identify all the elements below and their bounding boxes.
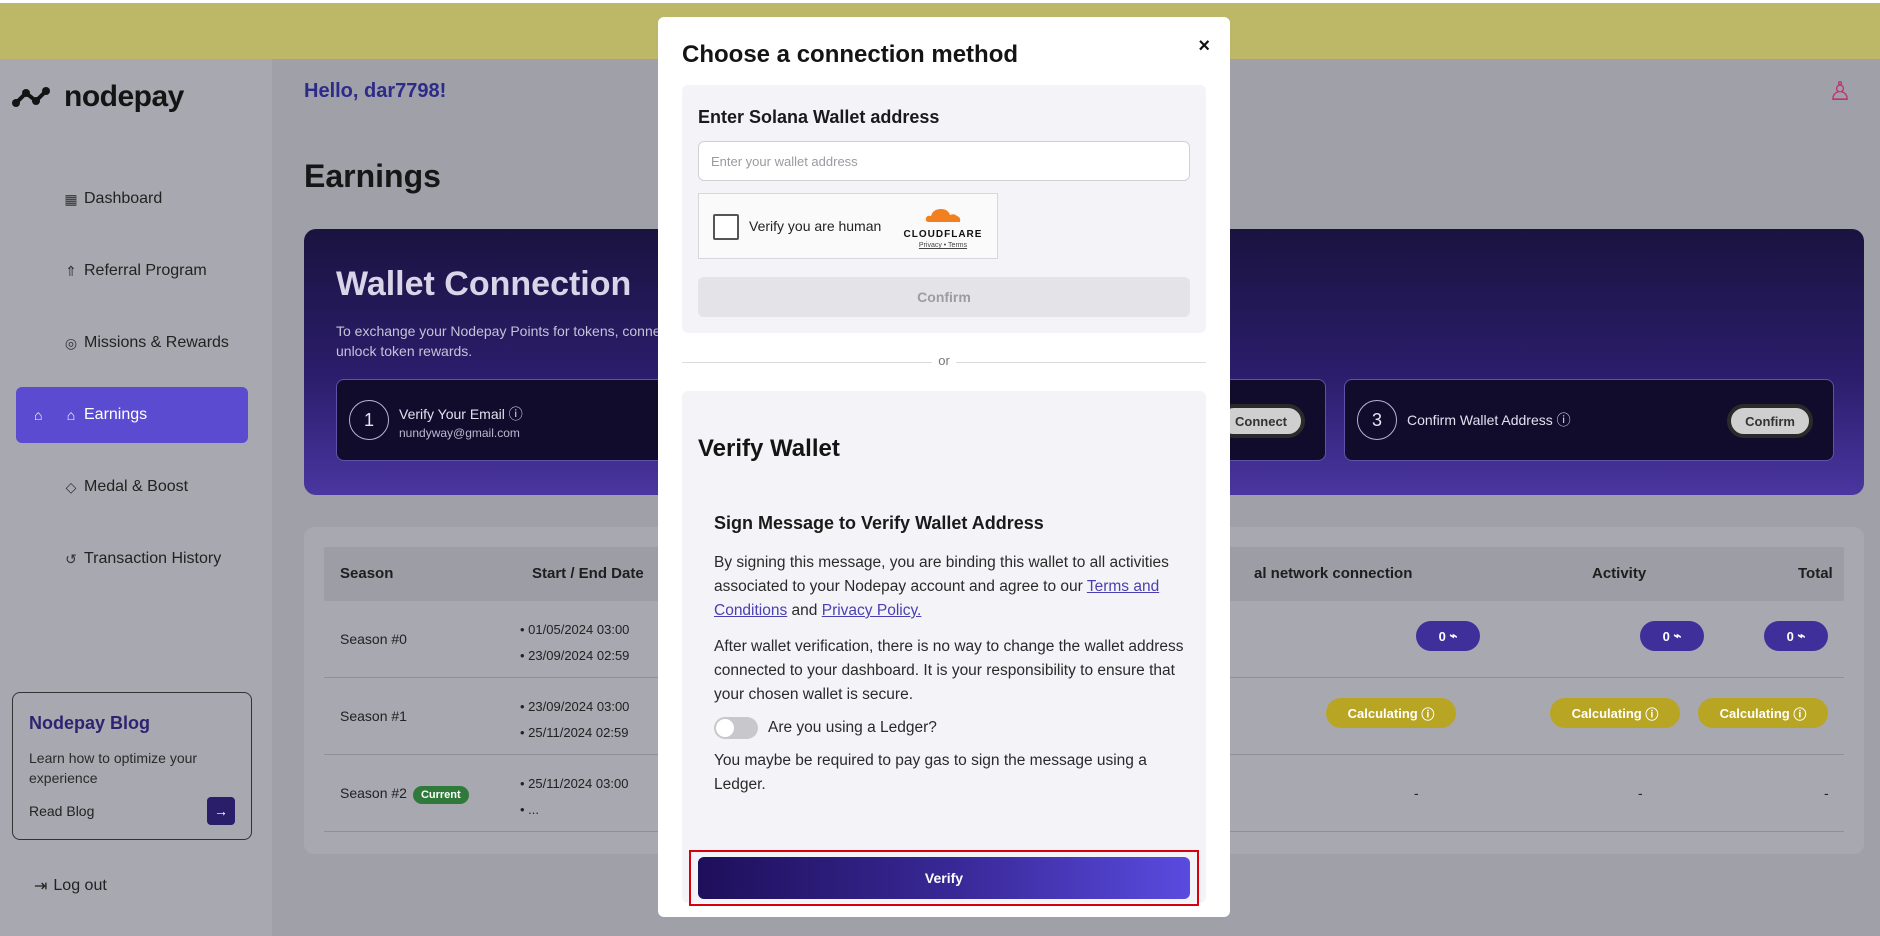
confirm-button[interactable]: Confirm — [698, 277, 1190, 317]
info-icon: ⓘ — [1793, 706, 1807, 722]
sidebar-item-missions[interactable]: ◎ Missions & Rewards — [16, 315, 248, 371]
header-season: Season — [340, 565, 394, 582]
current-badge: Current — [412, 786, 469, 804]
header-dates: Start / End Date — [532, 565, 644, 582]
sidebar-item-medal[interactable]: ◇ Medal & Boost — [16, 459, 248, 515]
step-title: Verify Your Email ⓘ — [399, 406, 523, 422]
verify-wallet-section: Verify Wallet Sign Message to Verify Wal… — [682, 391, 1206, 903]
season-name: Season #2 Current — [340, 785, 469, 804]
gift-icon: ⌂ — [66, 407, 76, 423]
sidebar-item-dashboard[interactable]: ▦ Dashboard — [16, 171, 248, 227]
sidebar-item-label: Medal & Boost — [84, 478, 189, 495]
info-icon: ⓘ — [1421, 706, 1435, 722]
read-blog-link[interactable]: Read Blog — [29, 803, 94, 819]
sidebar-item-label: Referral Program — [84, 262, 207, 279]
total-calculating: Calculating ⓘ — [1698, 698, 1828, 728]
nodepay-logo-icon — [12, 87, 50, 107]
sidebar-item-label: Missions & Rewards — [84, 334, 229, 351]
header-activity: Activity — [1592, 565, 1647, 582]
step-confirm-wallet: 3 Confirm Wallet Address ⓘ Confirm — [1344, 379, 1834, 461]
network-calculating: Calculating ⓘ — [1326, 698, 1456, 728]
sidebar-item-label: Transaction History — [84, 550, 222, 567]
rocket-icon: ⇑ — [65, 262, 77, 279]
header-total: Total — [1798, 565, 1833, 582]
verification-warning: After wallet verification, there is no w… — [714, 638, 1184, 703]
ledger-gas-note: You maybe be required to pay gas to sign… — [714, 752, 1147, 793]
step-verify-email: 1 Verify Your Email ⓘ nundyway@gmail.com — [336, 379, 696, 461]
total-points: 0 ⌁ — [1764, 621, 1828, 651]
logo[interactable]: nodepay — [12, 80, 184, 114]
info-icon: ⓘ — [508, 406, 523, 422]
points-icon: ⌁ — [1673, 628, 1682, 643]
sidebar-item-label: Earnings — [84, 406, 148, 423]
sidebar-item-label: Dashboard — [84, 190, 163, 207]
step-number: 3 — [1357, 400, 1397, 440]
ledger-toggle-row: Are you using a Ledger? — [714, 717, 937, 739]
wallet-connection-title: Wallet Connection — [336, 265, 632, 303]
network-points: 0 ⌁ — [1416, 621, 1480, 651]
network-value: - — [1414, 785, 1419, 801]
logo-text: nodepay — [64, 80, 184, 113]
or-separator: or — [932, 353, 956, 368]
close-icon[interactable]: × — [1198, 35, 1210, 58]
solana-wallet-label: Enter Solana Wallet address — [698, 107, 940, 127]
privacy-link[interactable]: Privacy Policy. — [822, 602, 922, 619]
connection-method-modal: Choose a connection method × Enter Solan… — [658, 17, 1230, 917]
blog-card: Nodepay Blog Learn how to optimize your … — [12, 692, 252, 840]
verify-wallet-title: Verify Wallet — [698, 435, 840, 462]
ledger-toggle[interactable] — [714, 717, 758, 739]
logout-icon: ⇥ — [34, 878, 48, 895]
confirm-wallet-button[interactable]: Confirm — [1727, 404, 1813, 438]
grid-icon: ▦ — [64, 190, 78, 207]
ledger-label: Are you using a Ledger? — [768, 719, 937, 736]
captcha-label: Verify you are human — [749, 218, 882, 234]
activity-calculating: Calculating ⓘ — [1550, 698, 1680, 728]
header-network: al network connection — [1254, 565, 1413, 582]
cloudflare-logo: CLOUDFLARE Privacy • Terms — [903, 204, 983, 249]
step-email: nundyway@gmail.com — [399, 426, 520, 440]
gift-icon: ⌂ — [34, 407, 43, 423]
season-name: Season #0 — [340, 631, 407, 647]
points-icon: ⌁ — [1449, 628, 1458, 643]
sidebar-item-transactions[interactable]: ↺ Transaction History — [16, 531, 248, 587]
step-title: Confirm Wallet Address ⓘ — [1407, 412, 1571, 428]
binding-notice: By signing this message, you are binding… — [714, 554, 1169, 619]
blog-title: Nodepay Blog — [29, 713, 151, 733]
wallet-connection-description: To exchange your Nodepay Points for toke… — [336, 323, 668, 359]
avatar[interactable]: ♙ — [1826, 76, 1854, 110]
page-title: Earnings — [304, 158, 441, 194]
cloud-icon — [925, 209, 961, 222]
info-icon: ⓘ — [1556, 412, 1571, 428]
info-icon: ⓘ — [1645, 706, 1659, 722]
blog-description: Learn how to optimize your experience — [29, 750, 198, 786]
points-icon: ⌁ — [1797, 628, 1806, 643]
total-value: - — [1824, 785, 1829, 801]
verify-button[interactable]: Verify — [698, 857, 1190, 899]
sidebar-item-referral[interactable]: ⇑ Referral Program — [16, 243, 248, 299]
modal-title: Choose a connection method — [682, 41, 1019, 68]
season-name: Season #1 — [340, 708, 407, 724]
logout-label: Log out — [53, 877, 107, 894]
activity-points: 0 ⌁ — [1640, 621, 1704, 651]
sidebar-item-earnings[interactable]: ⌂ ⌂ Earnings — [16, 387, 248, 443]
logout-button[interactable]: ⇥ Log out — [34, 876, 107, 896]
captcha-links[interactable]: Privacy • Terms — [903, 242, 983, 249]
season-dates: • 23/09/2024 03:00 • 25/11/2024 02:59 — [520, 699, 630, 740]
solana-wallet-section: Enter Solana Wallet address Verify you a… — [682, 85, 1206, 333]
cube-icon: ◇ — [65, 478, 77, 495]
target-icon: ◎ — [64, 334, 78, 351]
captcha-checkbox[interactable] — [713, 214, 739, 240]
arrow-right-icon[interactable]: → — [207, 797, 235, 825]
sign-message-title: Sign Message to Verify Wallet Address — [714, 513, 1044, 533]
history-icon: ↺ — [65, 550, 77, 567]
greeting: Hello, dar7798! — [304, 80, 447, 102]
step-number: 1 — [349, 400, 389, 440]
season-dates: • 25/11/2024 03:00 • ... — [520, 776, 629, 817]
activity-value: - — [1638, 785, 1643, 801]
wallet-address-input[interactable] — [698, 141, 1190, 181]
season-dates: • 01/05/2024 03:00 • 23/09/2024 02:59 — [520, 622, 630, 663]
cloudflare-captcha: Verify you are human CLOUDFLARE Privacy … — [698, 193, 998, 259]
connect-button[interactable]: Connect — [1217, 404, 1305, 438]
